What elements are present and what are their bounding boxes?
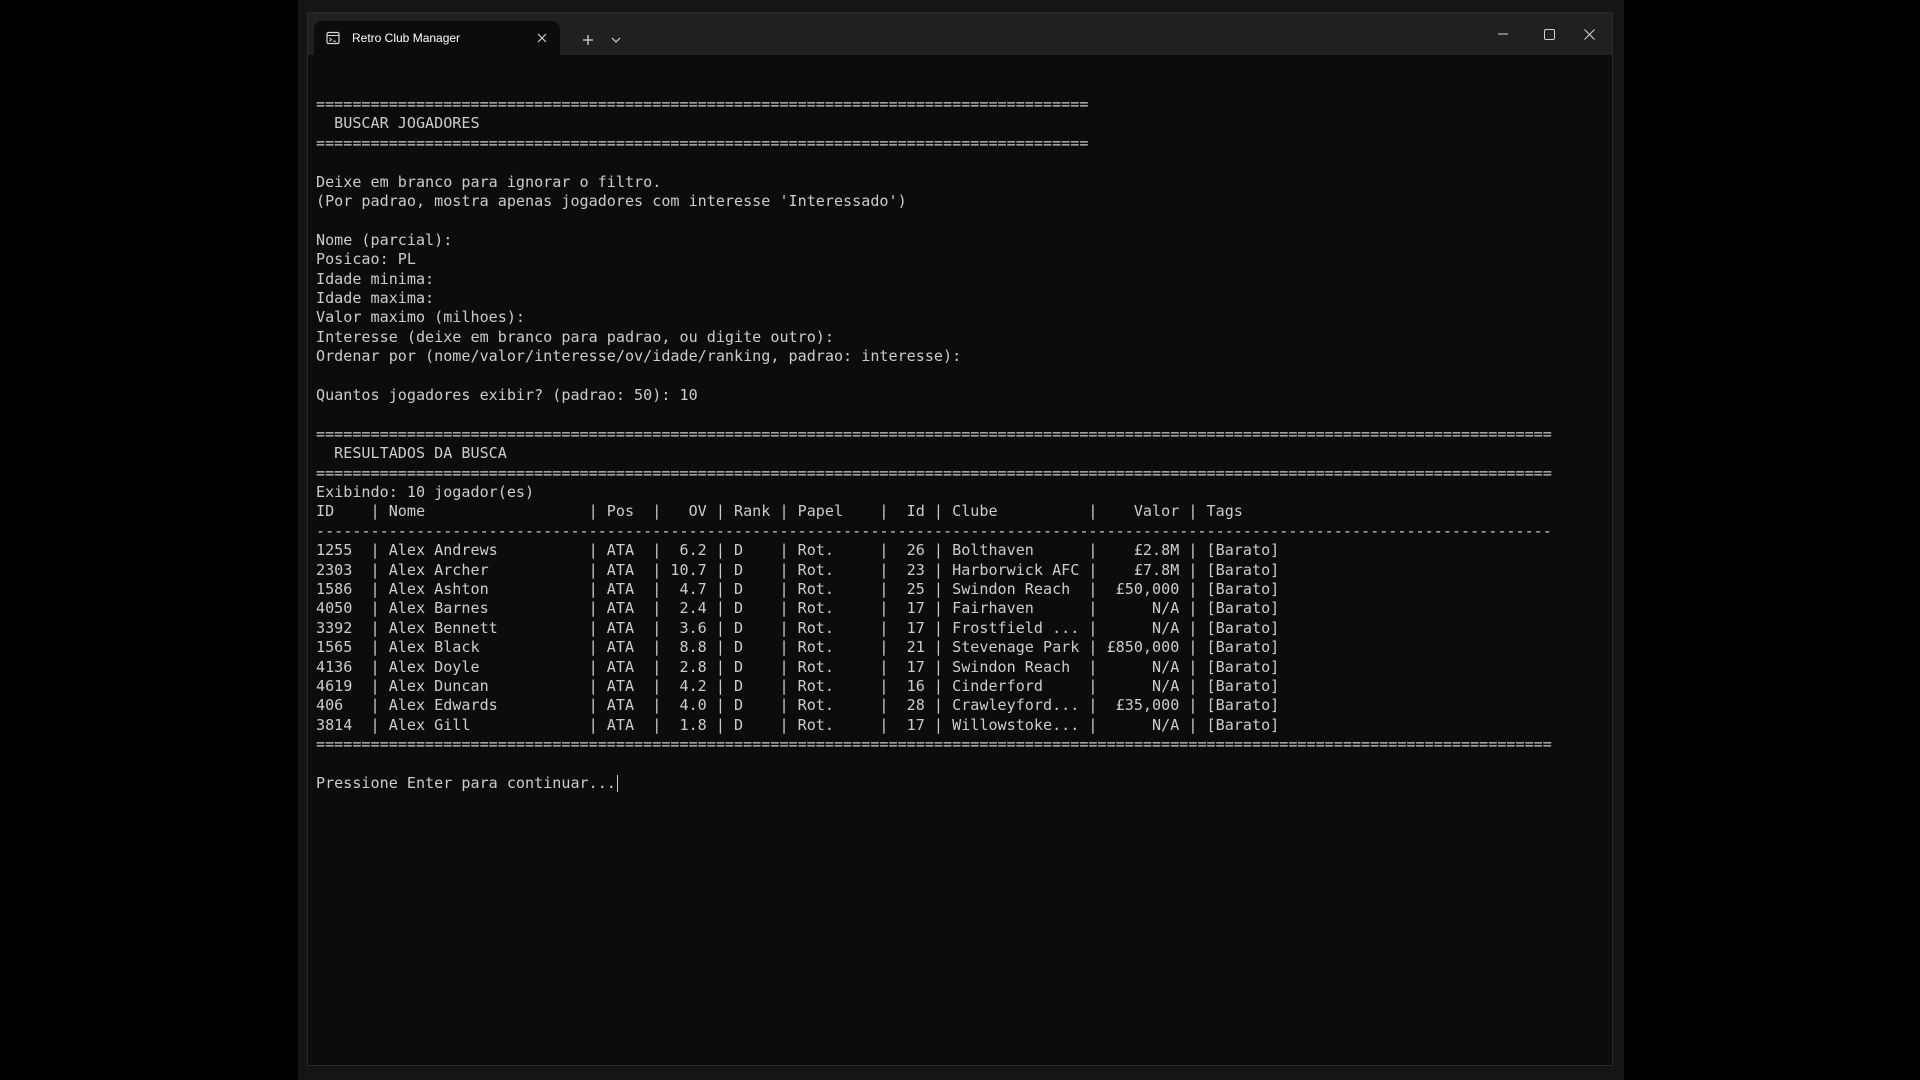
prompt-quantos: Quantos jogadores exibir? (padrao: 50): …: [316, 386, 698, 404]
prompt-nome: Nome (parcial):: [316, 230, 453, 249]
close-icon: [1583, 28, 1595, 40]
table-row: 1565 | Alex Black | ATA | 8.8 | D | Rot.…: [316, 638, 1280, 657]
table-row: 406 | Alex Edwards | ATA | 4.0 | D | Rot…: [316, 696, 1280, 715]
separator-line: ========================================…: [316, 95, 1089, 113]
new-tab-button[interactable]: [574, 27, 602, 53]
prompt-valor-maximo: Valor maximo (milhoes):: [316, 308, 526, 327]
maximize-icon: [1543, 28, 1555, 40]
terminal-window: Retro Club Manager =====================…: [307, 12, 1613, 1066]
continue-prompt-line: Pressione Enter para continuar...: [316, 774, 618, 793]
separator-line: ========================================…: [316, 463, 1552, 482]
tab-retro-club-manager[interactable]: Retro Club Manager: [314, 21, 560, 55]
minimize-button[interactable]: [1480, 13, 1526, 55]
prompt-posicao: Posicao: PL: [316, 250, 416, 269]
instruction-line: Deixe em branco para ignorar o filtro.: [316, 172, 662, 191]
tab-dropdown-button[interactable]: [604, 27, 628, 53]
terminal-icon: [326, 31, 340, 45]
prompt-idade-maxima: Idade maxima:: [316, 289, 435, 307]
section-title-resultados: RESULTADOS DA BUSCA: [316, 444, 507, 463]
tab-title: Retro Club Manager: [352, 31, 461, 45]
table-divider: ----------------------------------------…: [316, 521, 1552, 540]
chevron-down-icon: [611, 37, 621, 43]
minimize-icon: [1498, 33, 1508, 35]
table-row: 4619 | Alex Duncan | ATA | 4.2 | D | Rot…: [316, 677, 1280, 695]
prompt-ordenar: Ordenar por (nome/valor/interesse/ov/ida…: [316, 347, 962, 366]
table-row: 1255 | Alex Andrews | ATA | 6.2 | D | Ro…: [316, 541, 1280, 560]
table-row: 3392 | Alex Bennett | ATA | 3.6 | D | Ro…: [316, 618, 1280, 637]
text-cursor: [616, 775, 618, 792]
title-bar[interactable]: Retro Club Manager: [308, 13, 1612, 55]
separator-line: ========================================…: [316, 424, 1552, 443]
table-row: 1586 | Alex Ashton | ATA | 4.7 | D | Rot…: [316, 580, 1280, 598]
tab-close-button[interactable]: [528, 24, 556, 52]
section-title-buscar: BUSCAR JOGADORES: [316, 114, 480, 133]
instruction-line: (Por padrao, mostra apenas jogadores com…: [316, 192, 907, 210]
separator-line: ========================================…: [316, 735, 1552, 754]
prompt-idade-minima: Idade minima:: [316, 269, 435, 288]
terminal-output[interactable]: ========================================…: [316, 59, 1604, 1057]
separator-line: ========================================…: [316, 133, 1089, 152]
table-row: 4136 | Alex Doyle | ATA | 2.8 | D | Rot.…: [316, 657, 1280, 676]
table-row: 2303 | Alex Archer | ATA | 10.7 | D | Ro…: [316, 560, 1280, 579]
close-icon: [537, 33, 547, 43]
prompt-interesse: Interesse (deixe em branco para padrao, …: [316, 327, 834, 346]
table-header: ID | Nome | Pos | OV | Rank | Papel | Id…: [316, 502, 1243, 521]
close-window-button[interactable]: [1566, 13, 1612, 55]
table-row: 4050 | Alex Barnes | ATA | 2.4 | D | Rot…: [316, 599, 1280, 618]
continue-prompt: Pressione Enter para continuar...: [316, 774, 616, 792]
results-count: Exibindo: 10 jogador(es): [316, 483, 535, 501]
plus-icon: [583, 35, 593, 45]
table-row: 3814 | Alex Gill | ATA | 1.8 | D | Rot. …: [316, 715, 1280, 734]
